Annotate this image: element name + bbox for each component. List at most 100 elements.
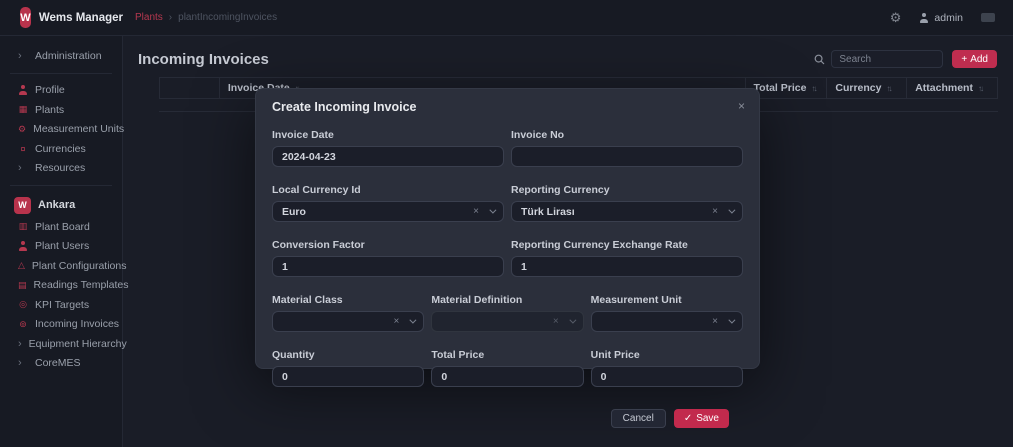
users-icon (18, 241, 28, 251)
user-menu[interactable]: admin (919, 12, 963, 24)
configurations-icon: △ (18, 260, 25, 271)
save-button[interactable]: ✓ Save (674, 409, 729, 428)
unit-price-input[interactable] (591, 366, 743, 387)
search-input[interactable] (831, 50, 943, 68)
settings-gear-icon[interactable]: ⚙ (890, 11, 902, 24)
app-window: W Wems Manager Plants › plantIncomingInv… (0, 0, 1013, 447)
material-class-label: Material Class (272, 294, 424, 306)
quantity-input[interactable] (272, 366, 424, 387)
chevron-down-icon (489, 207, 496, 214)
breadcrumb-separator-icon: › (169, 12, 172, 23)
sidebar-item-readings-templates[interactable]: ▤ Readings Templates (0, 276, 122, 296)
sidebar-item-administration[interactable]: › Administration (0, 46, 122, 66)
sidebar-item-incoming-invoices[interactable]: ⊚ Incoming Invoices (0, 315, 122, 335)
sidebar-item-label: Resources (35, 162, 85, 174)
chevron-down-icon (728, 207, 735, 214)
clear-icon[interactable]: × (393, 317, 399, 327)
breadcrumb-root[interactable]: Plants (135, 12, 163, 23)
search-icon (814, 54, 825, 65)
sidebar-item-label: Equipment Hierarchy (29, 338, 127, 350)
invoice-date-input[interactable] (272, 146, 504, 167)
sidebar-item-measurement-units[interactable]: ⚙ Measurement Units (0, 120, 122, 140)
plant-name: Ankara (38, 199, 75, 211)
sidebar-item-plant-configurations[interactable]: △ Plant Configurations (0, 256, 122, 276)
user-icon (919, 13, 929, 23)
reporting-currency-label: Reporting Currency (511, 184, 743, 196)
target-icon: ◎ (18, 299, 28, 310)
reporting-rate-input[interactable] (511, 256, 743, 277)
page-toolbar: + Add (814, 50, 997, 68)
sort-icon[interactable]: ↑↓ (886, 84, 892, 93)
gear-icon: ⚙ (18, 124, 26, 135)
local-currency-label: Local Currency Id (272, 184, 504, 196)
sidebar-item-equipment-hierarchy[interactable]: › Equipment Hierarchy (0, 334, 122, 354)
sidebar-item-label: Administration (35, 50, 102, 62)
material-definition-select[interactable]: × (431, 311, 583, 332)
chevron-down-icon (410, 317, 417, 324)
table-header-attachment[interactable]: Attachment ↑↓ (907, 78, 997, 98)
brand-logo-icon: W (20, 7, 31, 28)
sidebar-item-label: KPI Targets (35, 299, 89, 311)
create-incoming-invoice-modal: Create Incoming Invoice × Invoice Date I… (255, 88, 760, 369)
reporting-rate-label: Reporting Currency Exchange Rate (511, 239, 743, 251)
chevron-down-icon (728, 317, 735, 324)
add-button-label: Add (970, 54, 988, 65)
sidebar-item-label: Incoming Invoices (35, 318, 119, 330)
sidebar-item-profile[interactable]: Profile (0, 81, 122, 101)
table-header-currency[interactable]: Currency ↑↓ (827, 78, 907, 98)
conversion-factor-input[interactable] (272, 256, 504, 277)
cancel-button[interactable]: Cancel (611, 409, 666, 428)
person-icon (18, 85, 28, 95)
reporting-currency-select[interactable]: Türk Lirası × (511, 201, 743, 222)
total-price-input[interactable] (431, 366, 583, 387)
chevron-right-icon: › (18, 162, 28, 174)
sort-icon[interactable]: ↑↓ (978, 84, 984, 93)
sidebar-item-label: Measurement Units (33, 123, 124, 135)
sidebar-item-plant-board[interactable]: ▥ Plant Board (0, 217, 122, 237)
building-icon: ▦ (18, 104, 28, 115)
sidebar-item-plant-users[interactable]: Plant Users (0, 237, 122, 257)
add-button[interactable]: + Add (952, 50, 997, 68)
chevron-right-icon: › (18, 50, 28, 62)
sidebar-item-resources[interactable]: › Resources (0, 159, 122, 179)
clear-icon[interactable]: × (473, 207, 479, 217)
selected-value: Euro (282, 206, 473, 218)
clear-icon[interactable]: × (553, 317, 559, 327)
column-label: Total Price (754, 82, 807, 94)
measurement-unit-select[interactable]: × (591, 311, 743, 332)
total-price-label: Total Price (431, 349, 583, 361)
local-currency-select[interactable]: Euro × (272, 201, 504, 222)
sidebar-item-plants[interactable]: ▦ Plants (0, 100, 122, 120)
column-label: Currency (835, 82, 881, 94)
close-icon[interactable]: × (738, 100, 745, 112)
sidebar-item-currencies[interactable]: ¤ Currencies (0, 139, 122, 159)
brand[interactable]: W Wems Manager (0, 7, 123, 28)
sidebar-divider (10, 185, 112, 186)
table-header-select (160, 78, 220, 98)
page-title: Incoming Invoices (138, 51, 269, 68)
invoice-date-label: Invoice Date (272, 129, 504, 141)
clear-icon[interactable]: × (712, 317, 718, 327)
unit-price-label: Unit Price (591, 349, 743, 361)
language-flag-icon[interactable] (981, 13, 995, 22)
conversion-factor-label: Conversion Factor (272, 239, 504, 251)
invoice-no-input[interactable] (511, 146, 743, 167)
sidebar-plant-header: W Ankara (0, 193, 122, 217)
material-class-select[interactable]: × (272, 311, 424, 332)
sidebar-item-label: Plant Configurations (32, 260, 127, 272)
selected-value: Türk Lirası (521, 206, 712, 218)
clear-icon[interactable]: × (712, 207, 718, 217)
chevron-down-icon (569, 317, 576, 324)
sidebar: › Administration Profile ▦ Plants ⚙ Meas… (0, 36, 123, 447)
document-icon: ▤ (18, 280, 27, 291)
save-button-label: Save (696, 413, 719, 424)
column-label: Attachment (915, 82, 973, 94)
sidebar-item-kpi-targets[interactable]: ◎ KPI Targets (0, 295, 122, 315)
sidebar-item-label: CoreMES (35, 357, 81, 369)
user-label: admin (934, 12, 963, 24)
modal-title: Create Incoming Invoice (272, 100, 416, 114)
plant-logo-icon: W (14, 197, 31, 214)
sort-icon[interactable]: ↑↓ (811, 84, 817, 93)
breadcrumb: Plants › plantIncomingInvoices (135, 12, 277, 23)
sidebar-item-coremes[interactable]: › CoreMES (0, 354, 122, 374)
